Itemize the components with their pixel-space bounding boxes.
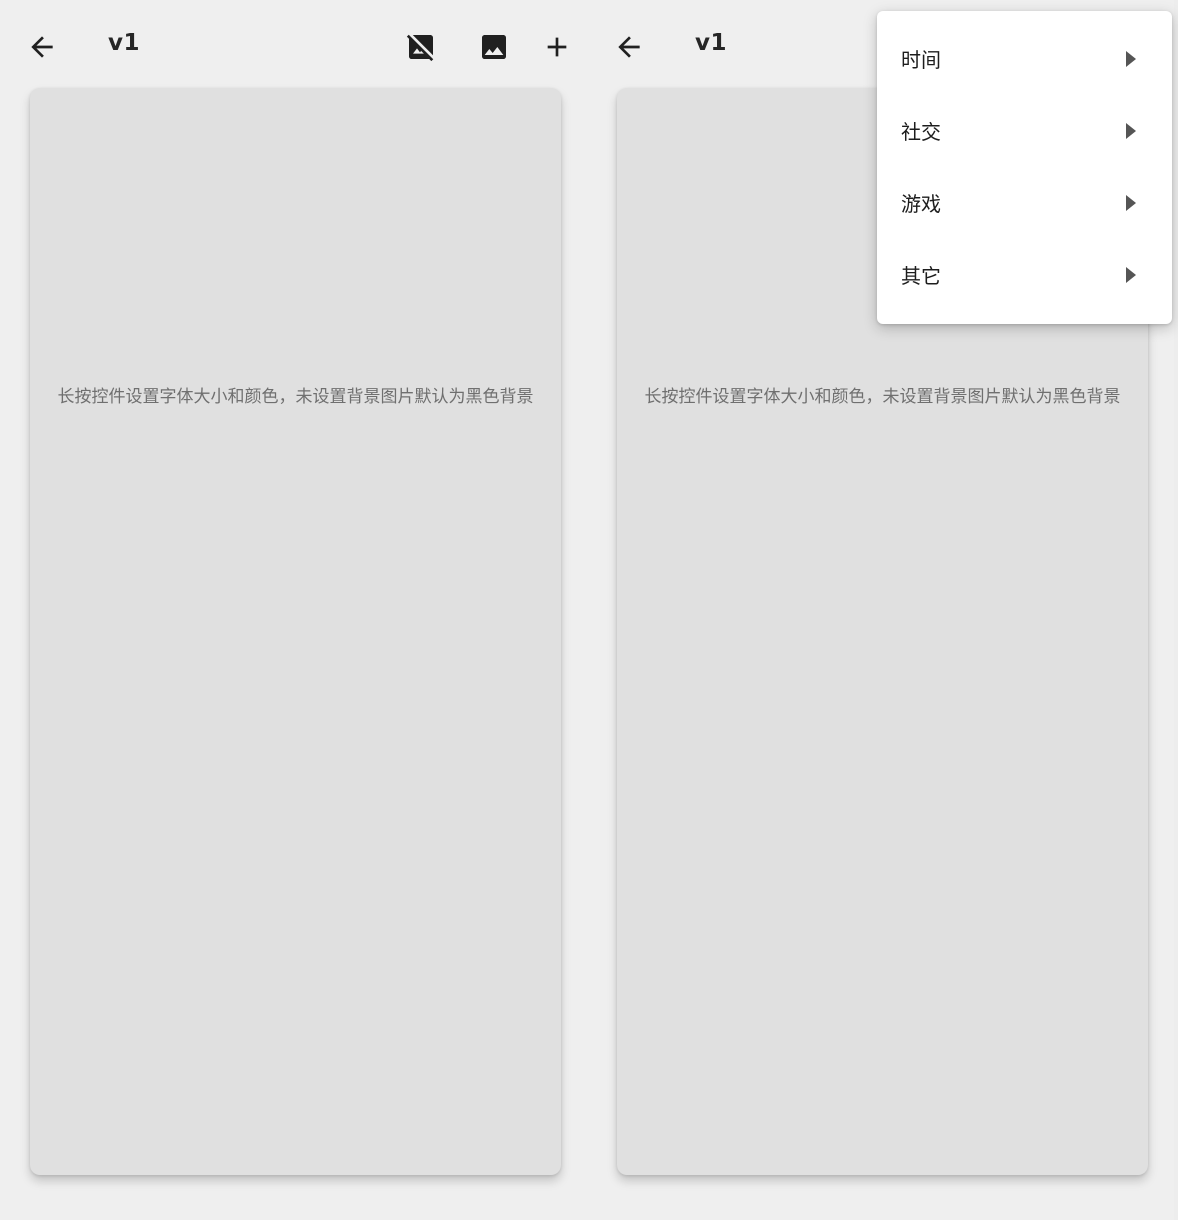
app-bar: v1 xyxy=(0,0,587,92)
page-title: v1 xyxy=(108,30,140,56)
add-icon xyxy=(547,37,567,57)
image-icon xyxy=(482,35,506,59)
menu-item-time[interactable]: 时间 xyxy=(877,22,1172,94)
back-button[interactable] xyxy=(605,23,653,71)
hint-text: 长按控件设置字体大小和颜色，未设置背景图片默认为黑色背景 xyxy=(57,387,534,407)
arrow-back-icon xyxy=(618,36,640,58)
menu-item-label: 社交 xyxy=(901,119,941,144)
menu-item-games[interactable]: 游戏 xyxy=(877,166,1172,238)
image-button[interactable] xyxy=(470,23,518,71)
left-screen: v1 长按控件设置字体大小和颜色，未设置背景图片默认为黑色背景 xyxy=(0,0,587,1220)
menu-item-label: 其它 xyxy=(901,263,941,288)
hint-text: 长按控件设置字体大小和颜色，未设置背景图片默认为黑色背景 xyxy=(644,387,1121,407)
hide-image-button[interactable] xyxy=(397,23,445,71)
back-button[interactable] xyxy=(18,23,66,71)
page-title: v1 xyxy=(695,30,727,56)
add-button[interactable] xyxy=(533,23,581,71)
submenu-arrow-icon xyxy=(1126,267,1136,283)
widget-preview-card[interactable]: 长按控件设置字体大小和颜色，未设置背景图片默认为黑色背景 xyxy=(30,88,561,1175)
arrow-back-icon xyxy=(31,36,53,58)
submenu-arrow-icon xyxy=(1126,195,1136,211)
submenu-arrow-icon xyxy=(1126,51,1136,67)
menu-item-other[interactable]: 其它 xyxy=(877,238,1172,310)
menu-item-label: 时间 xyxy=(901,47,941,72)
hide-image-icon xyxy=(406,34,434,62)
add-widget-menu: 时间 社交 游戏 其它 xyxy=(877,11,1172,324)
menu-item-label: 游戏 xyxy=(901,191,941,216)
menu-item-social[interactable]: 社交 xyxy=(877,94,1172,166)
submenu-arrow-icon xyxy=(1126,123,1136,139)
